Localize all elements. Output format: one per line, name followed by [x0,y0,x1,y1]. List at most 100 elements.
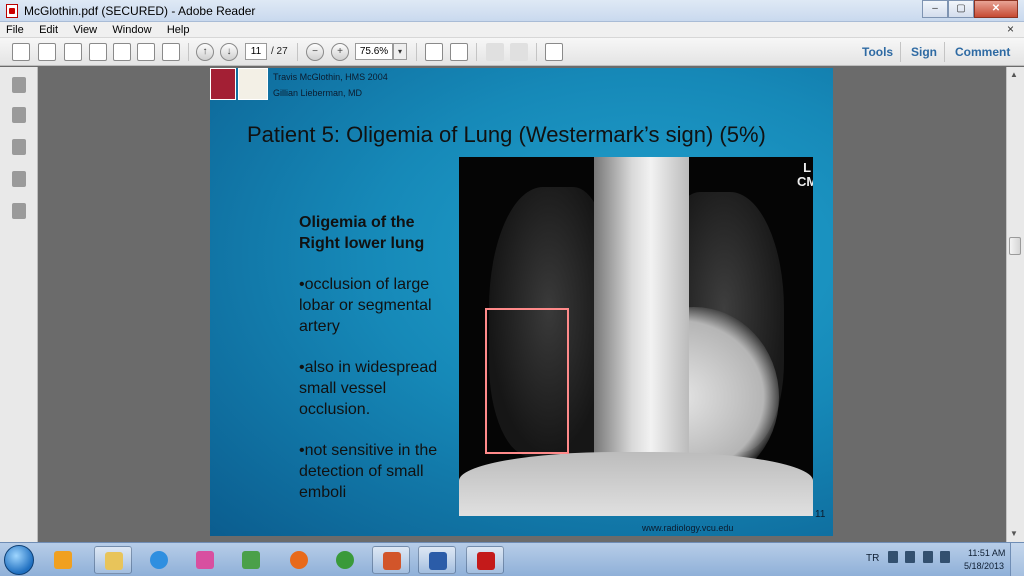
navigation-pane [0,67,38,542]
close-document-icon[interactable]: × [1007,22,1014,36]
menu-view[interactable]: View [67,23,103,36]
menu-bar: File Edit View Window Help × [0,22,1024,38]
page-number-input[interactable]: 11 [245,43,267,60]
menu-file[interactable]: File [0,23,30,36]
xray-side-marker: L CM [797,160,813,189]
zoom-out-icon[interactable]: − [306,43,324,61]
fit-page-icon[interactable] [425,43,443,61]
chrome-task[interactable] [326,546,364,574]
previous-page-icon[interactable]: ↑ [196,43,214,61]
firefox-task[interactable] [280,546,318,574]
scroll-down-icon[interactable]: ▼ [1010,529,1018,538]
menu-window[interactable]: Window [106,23,157,36]
tools-button[interactable]: Tools [862,45,893,59]
lock-icon[interactable] [12,77,26,93]
adobe-reader-task[interactable] [466,546,504,574]
clock-time[interactable]: 11:51 AM [968,548,1005,558]
edit-icon[interactable] [64,43,82,61]
email-icon[interactable] [162,43,180,61]
minimize-button[interactable]: – [922,0,948,18]
menu-help[interactable]: Help [161,23,196,36]
toolbar-separator [188,43,189,61]
window-controls: – ▢ ✕ [922,0,1018,18]
adobe-reader-icon [477,552,495,570]
fit-width-icon[interactable] [450,43,468,61]
zoom-dropdown-icon[interactable]: ▾ [393,43,407,60]
vertical-scrollbar[interactable]: ▲ ▼ [1006,67,1024,542]
toolbar-separator [944,42,945,62]
open-file-icon[interactable] [12,43,30,61]
pages-icon[interactable] [12,107,26,123]
slide-bullet: •also in widespread small vessel occlusi… [299,359,438,418]
chrome-icon [336,551,354,569]
toolbar-separator [416,43,417,61]
powerpoint-icon [383,552,401,570]
maximize-button[interactable]: ▢ [948,0,974,18]
slide-website: www.radiology.vcu.edu [642,523,734,533]
window-titlebar: McGlothin.pdf (SECURED) - Adobe Reader –… [0,0,1024,22]
network-icon[interactable] [905,551,916,563]
scroll-thumb[interactable] [1009,237,1021,255]
clock-date[interactable]: 5/18/2013 [964,561,1004,571]
show-desktop-button[interactable] [1010,543,1024,576]
paint-brush-icon [242,551,260,569]
word-icon [429,552,447,570]
slide-author: Gillian Lieberman, MD [273,88,363,98]
xray-diaphragm [459,452,813,516]
media-player-task[interactable] [44,546,82,574]
harvard-shield-logo [210,68,236,100]
hms-seal-logo [238,68,268,100]
read-mode-icon[interactable] [545,43,563,61]
folder-icon [105,552,123,570]
volume-icon[interactable] [940,551,951,563]
sticky-note-icon [486,43,504,61]
page-total: / 27 [271,46,288,57]
print-icon[interactable] [137,43,155,61]
slide-heading: Patient 5: Oligemia of Lung (Westermark’… [247,122,766,147]
word-task[interactable] [418,546,456,574]
internet-explorer-icon [150,551,168,569]
scroll-up-icon[interactable]: ▲ [1010,70,1018,79]
zoom-in-icon[interactable]: + [331,43,349,61]
toolbar-separator [536,43,537,61]
region-of-interest-box [485,308,569,454]
next-page-icon[interactable]: ↓ [220,43,238,61]
create-pdf-icon[interactable] [38,43,56,61]
ie-task[interactable] [140,546,178,574]
show-hidden-icons-icon[interactable] [888,551,898,563]
zoom-input[interactable]: 75.6% [355,43,393,60]
slide-page-number: 11 [815,509,826,520]
battery-icon[interactable] [922,551,933,563]
layers-icon[interactable] [12,203,26,219]
save-icon[interactable] [113,43,131,61]
slide-bullet: •occlusion of large lobar or segmental a… [299,276,432,335]
paint-task[interactable] [186,546,224,574]
bookmark-icon[interactable] [12,139,26,155]
close-button[interactable]: ✕ [974,0,1018,18]
brush-task[interactable] [232,546,270,574]
language-indicator[interactable]: TR [866,553,879,564]
system-tray[interactable] [888,551,958,567]
windows-taskbar: TR 11:51 AM 5/18/2013 [0,542,1024,576]
paint-icon [196,551,214,569]
powerpoint-task[interactable] [372,546,410,574]
media-player-icon [54,551,72,569]
slide-subheading: Oligemia of the Right lower lung [299,214,425,252]
highlight-icon [510,43,528,61]
firefox-icon [290,551,308,569]
slide-author: Travis McGlothin, HMS 2004 [273,72,388,82]
pdf-page-slide: Travis McGlothin, HMS 2004 Gillian Liebe… [210,68,833,536]
explorer-task[interactable] [94,546,132,574]
attachment-icon[interactable] [12,171,26,187]
adobe-reader-icon [6,4,18,18]
window-title: McGlothin.pdf (SECURED) - Adobe Reader [24,4,256,18]
toolbar-separator [900,42,901,62]
slide-bullet: •not sensitive in the detection of small… [299,442,438,501]
cloud-upload-icon[interactable] [89,43,107,61]
toolbar: ↑ ↓ 11 / 27 − + 75.6% ▾ Tools Sign Comme… [0,38,1024,66]
menu-edit[interactable]: Edit [33,23,64,36]
start-button[interactable] [4,545,34,575]
comment-button[interactable]: Comment [955,45,1010,59]
sign-button[interactable]: Sign [911,45,937,59]
toolbar-separator [297,43,298,61]
